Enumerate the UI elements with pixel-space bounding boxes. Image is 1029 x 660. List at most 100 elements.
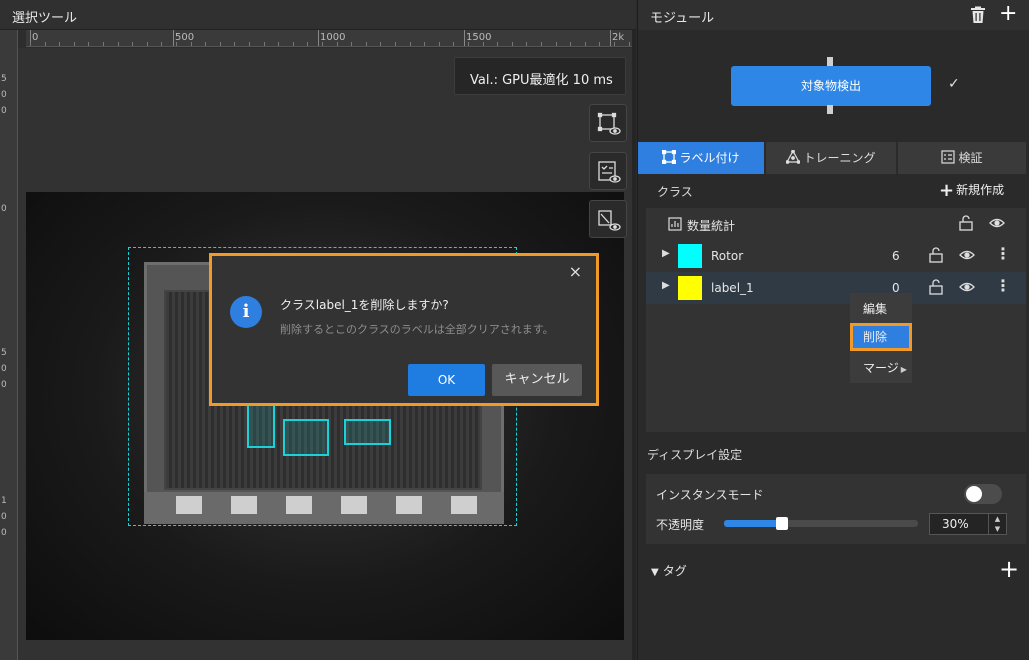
unlock-icon[interactable]	[928, 247, 944, 263]
ruler-minor-tick	[146, 42, 148, 46]
add-module-icon[interactable]: +	[999, 3, 1017, 25]
ok-button[interactable]: OK	[408, 364, 485, 396]
ruler-minor-tick	[88, 42, 90, 46]
class-list: 数量統計 ▶ Rotor 6 ⋮ ▶ label_1 0 ⋮	[646, 208, 1026, 432]
ruler-minor-tick	[249, 42, 250, 46]
more-options-icon[interactable]: ⋮	[995, 277, 1011, 295]
class-color-swatch[interactable]	[678, 244, 702, 268]
spinner-arrows-icon[interactable]: ▲ ▼	[988, 514, 1006, 534]
ruler-minor-tick	[292, 42, 294, 46]
class-color-swatch[interactable]	[678, 276, 702, 300]
ruler-minor-tick	[190, 42, 192, 46]
canvas-scrollbar[interactable]	[632, 30, 636, 660]
module-panel: モジュール + 対象物検出 ✓ ラベル付け トレーニング 検証 クラス + 新規作…	[637, 0, 1029, 660]
rotor-label-box[interactable]	[344, 419, 391, 445]
tab-label: ラベル付け	[679, 151, 740, 165]
ruler-tick	[610, 30, 611, 46]
ruler-minor-tick	[234, 42, 236, 46]
ruler-minor-tick	[307, 42, 309, 46]
opacity-input[interactable]: 30% ▲ ▼	[929, 513, 1007, 535]
tab-label: 検証	[958, 151, 983, 165]
rotor-label-box[interactable]	[247, 404, 275, 448]
dialog-question: クラスlabel_1を削除しますか?	[280, 298, 449, 312]
ruler-minor-tick	[497, 42, 499, 46]
module-connector	[827, 105, 833, 114]
tab-training[interactable]: トレーニング	[766, 142, 896, 174]
eye-icon[interactable]	[959, 247, 975, 263]
ruler-minor-tick	[263, 42, 265, 46]
instance-mode-toggle[interactable]	[964, 484, 1002, 504]
ruler-minor-tick	[541, 42, 542, 46]
class-name: label_1	[711, 281, 754, 295]
toggle-knob	[966, 486, 982, 502]
ruler-minor-tick	[453, 42, 455, 46]
eye-icon[interactable]	[959, 279, 975, 295]
ruler-minor-tick	[482, 42, 484, 46]
dialog-description: 削除するとこのクラスのラベルは全部クリアされます。	[280, 323, 554, 336]
close-icon[interactable]: ×	[569, 262, 582, 281]
stats-row[interactable]: 数量統計	[646, 208, 1026, 240]
checklist-view-icon	[598, 161, 621, 183]
new-class-button[interactable]: + 新規作成	[939, 180, 1004, 201]
ruler-minor-tick	[103, 42, 104, 46]
checklist-view-toggle-button[interactable]	[589, 152, 627, 190]
opacity-slider-fill	[724, 520, 783, 527]
add-tag-icon[interactable]: +	[999, 557, 1019, 581]
ruler-tick-label: 1500	[466, 32, 492, 43]
ruler-minor-tick	[395, 42, 396, 46]
class-row-label-1[interactable]: ▶ label_1 0 ⋮	[646, 272, 1026, 304]
menu-item-merge[interactable]: マージ ▶	[850, 354, 912, 382]
module-title-bar: モジュール +	[638, 0, 1029, 30]
ruler-tick-label: 5	[1, 348, 7, 358]
ruler-tick-label: 0	[1, 512, 7, 522]
ruler-minor-tick	[584, 42, 586, 46]
expand-arrow-icon[interactable]: ▶	[662, 280, 670, 291]
ruler-minor-tick	[424, 42, 426, 46]
ruler-tick-label: 0	[1, 364, 7, 374]
expand-arrow-icon[interactable]: ▶	[662, 248, 670, 259]
ruler-minor-tick	[511, 42, 513, 46]
ruler-minor-tick	[614, 42, 615, 46]
more-options-icon[interactable]: ⋮	[995, 245, 1011, 263]
cancel-button[interactable]: キャンセル	[492, 364, 582, 396]
object-detection-module-button[interactable]: 対象物検出	[731, 66, 931, 106]
tag-section-toggle[interactable]: ▼ タグ	[651, 562, 687, 579]
ruler-tick-label: 1000	[320, 32, 346, 43]
ruler-minor-tick	[526, 42, 528, 46]
ruler-tick-label: 5	[1, 74, 7, 84]
unlock-icon[interactable]	[958, 215, 974, 231]
class-name: Rotor	[711, 249, 744, 263]
module-panel-title: モジュール	[650, 11, 715, 26]
class-section-label: クラス	[657, 185, 693, 199]
panel-title-bar: 選択ツール	[0, 0, 636, 30]
menu-item-edit[interactable]: 編集	[850, 295, 912, 323]
rotor-label-box[interactable]	[283, 419, 329, 456]
ruler-minor-tick	[219, 42, 221, 46]
tab-label: トレーニング	[803, 151, 876, 165]
ruler-tick	[173, 30, 174, 46]
ruler-minor-tick	[59, 42, 61, 46]
ruler-minor-tick	[570, 42, 572, 46]
menu-item-delete[interactable]: 削除	[850, 323, 912, 351]
ruler-tick	[464, 30, 465, 46]
ruler-minor-tick	[380, 42, 382, 46]
display-settings-box: インスタンスモード 不透明度 30% ▲ ▼	[646, 474, 1026, 544]
class-row-rotor[interactable]: ▶ Rotor 6 ⋮	[646, 240, 1026, 272]
roi-view-toggle-button[interactable]	[589, 104, 627, 142]
tab-validation[interactable]: 検証	[898, 142, 1026, 174]
opacity-slider[interactable]	[724, 517, 918, 530]
tab-labeling[interactable]: ラベル付け	[638, 142, 764, 174]
roi-view-icon	[597, 112, 621, 135]
opacity-slider-handle[interactable]	[776, 517, 789, 530]
instance-mode-label: インスタンスモード	[656, 488, 764, 502]
trash-icon[interactable]	[969, 6, 987, 24]
bar-chart-icon	[668, 217, 682, 231]
stats-label: 数量統計	[687, 219, 736, 233]
ruler-minor-tick	[132, 42, 134, 46]
eye-icon[interactable]	[989, 215, 1005, 231]
ruler-minor-tick	[176, 42, 177, 46]
mask-view-toggle-button[interactable]	[589, 200, 627, 238]
display-settings-label: ディスプレイ設定	[647, 448, 743, 462]
unlock-icon[interactable]	[928, 279, 944, 295]
ruler-minor-tick	[336, 42, 338, 46]
